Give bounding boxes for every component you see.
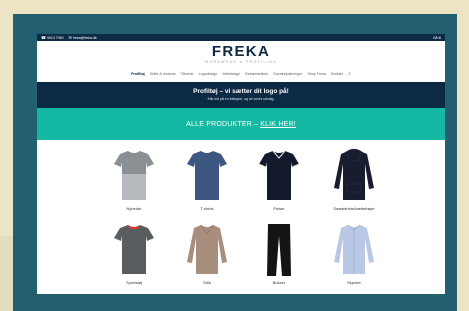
trousers-icon[interactable] (249, 222, 309, 278)
product-label[interactable]: Sweatshirts/hættetrøjer (324, 206, 384, 211)
nav-item[interactable]: Logodesign (199, 72, 218, 76)
tshirt-grey-melange-icon[interactable] (104, 148, 164, 204)
all-products-text: ALLE PRODUKTER – (186, 120, 259, 128)
product-card[interactable]: Nyheder (104, 148, 164, 211)
hero-banner: Profiltøj – vi sætter dit logo på! Klik … (37, 82, 445, 108)
product-label[interactable]: Sportstøj (104, 280, 164, 285)
phone-number: 9613 7050 (46, 35, 64, 40)
hero-subtitle: Klik ind på en kategori, og se vores udv… (207, 97, 275, 101)
search-icon[interactable]: ⌕ (348, 71, 351, 77)
nav-item[interactable]: Tilbehør (181, 72, 194, 76)
email-address: freka@freka.dk (72, 35, 97, 40)
hero-title: Profiltøj – vi sætter dit logo på! (193, 88, 289, 95)
nav-item[interactable]: Shop Freka (307, 72, 326, 76)
product-label[interactable]: Polser (249, 206, 309, 211)
all-products-banner: ALLE PRODUKTER – KLIK HER! (37, 108, 445, 140)
knit-sweater-icon[interactable] (177, 222, 237, 278)
nav-item[interactable]: Kontakt (331, 72, 343, 76)
logo[interactable]: FREKA WORKWEAR & PROFILING (37, 44, 445, 64)
shirt-lightblue-icon[interactable] (324, 222, 384, 278)
hoodie-navy-icon[interactable] (324, 148, 384, 204)
nav-item[interactable]: Profiltøj (131, 72, 145, 76)
product-label[interactable]: Strik (177, 280, 237, 285)
phone-icon: ☎ (41, 34, 46, 40)
nav-item[interactable]: Webdesign (222, 72, 240, 76)
email-link[interactable]: ✉ freka@freka.dk (68, 34, 97, 40)
top-bar: ☎ 9613 7050 ✉ freka@freka.dk Gå til (37, 34, 445, 41)
nav-item[interactable]: Skilte & reklame (150, 72, 176, 76)
product-card[interactable]: Sweatshirts/hættetrøjer (324, 148, 384, 211)
logo-text: FREKA (211, 43, 271, 60)
top-right-link[interactable]: Gå til (433, 36, 441, 40)
polo-navy-icon[interactable] (249, 148, 309, 204)
tshirt-blue-icon[interactable] (177, 148, 237, 204)
product-grid: Nyheder T-shirts Polser Sweatshirts/hættetr… (37, 142, 445, 294)
sport-shirt-icon[interactable] (104, 222, 164, 278)
all-products-link[interactable]: KLIK HER! (260, 121, 296, 128)
product-label[interactable]: T-shirts (177, 206, 237, 211)
nav-item[interactable]: Gaveindpakninger (273, 72, 302, 76)
product-label[interactable]: Bukser (249, 280, 309, 285)
product-card[interactable]: Sportstøj (104, 222, 164, 285)
product-card[interactable]: Bukser (249, 222, 309, 285)
product-card[interactable]: Skjorter (324, 222, 384, 285)
product-label[interactable]: Nyheder (104, 206, 164, 211)
phone-link[interactable]: ☎ 9613 7050 (41, 34, 64, 40)
product-card[interactable]: T-shirts (177, 148, 237, 211)
product-label[interactable]: Skjorter (324, 280, 384, 285)
mail-icon: ✉ (68, 34, 72, 40)
nav-item[interactable]: Reklamartikler (245, 72, 268, 76)
product-card[interactable]: Polser (249, 148, 309, 211)
product-card[interactable]: Strik (177, 222, 237, 285)
logo-tagline: WORKWEAR & PROFILING (204, 60, 278, 64)
main-nav: Profiltøj Skilte & reklame Tilbehør Logodes… (37, 70, 445, 78)
website: ☎ 9613 7050 ✉ freka@freka.dk Gå til FREK… (37, 34, 445, 294)
